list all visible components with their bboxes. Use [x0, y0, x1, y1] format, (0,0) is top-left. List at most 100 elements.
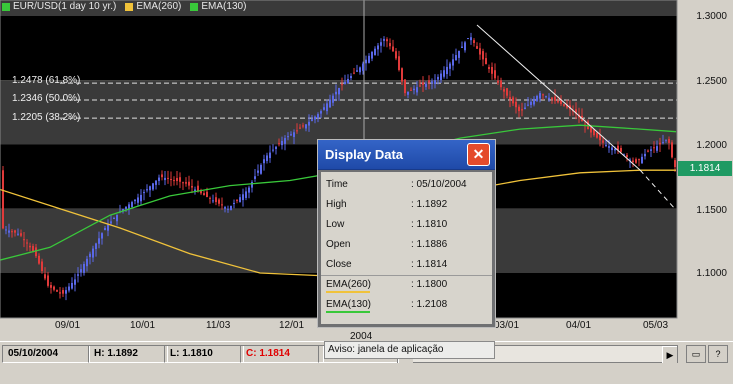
window-toggle-icon[interactable]: ▭	[686, 345, 706, 363]
candle-body	[323, 107, 325, 110]
row-value: : 1.1810	[411, 219, 448, 230]
candle-body	[371, 51, 373, 59]
candle-body	[101, 233, 103, 239]
candle-body	[149, 186, 151, 191]
candle-body	[386, 39, 388, 42]
candle-body	[455, 55, 457, 61]
candle-body	[626, 155, 628, 157]
x-tick: 10/01	[130, 320, 156, 331]
candle-body	[632, 160, 634, 163]
candle-body	[257, 170, 259, 173]
candle-body	[62, 290, 64, 294]
candle-body	[548, 97, 550, 100]
candle-body	[350, 76, 352, 78]
close-icon[interactable]: ✕	[467, 143, 490, 166]
candle-body	[368, 55, 370, 63]
x-tick: 03/01	[494, 320, 520, 331]
candle-body	[302, 125, 304, 127]
candle-body	[245, 191, 247, 198]
candle-body	[452, 59, 454, 66]
candle-body	[674, 160, 676, 167]
x-tick: 12/01	[279, 320, 305, 331]
candle-body	[509, 97, 511, 100]
help-icon[interactable]: ?	[708, 345, 728, 363]
candle-body	[113, 218, 115, 220]
display-data-dialog[interactable]: Display Data ✕ Time: 05/10/2004 High: 1.…	[317, 139, 496, 359]
candle-body	[128, 204, 130, 209]
candle-body	[182, 182, 184, 184]
candle-body	[467, 38, 469, 40]
candle-body	[11, 231, 13, 233]
candle-body	[278, 143, 280, 145]
candle-body	[365, 59, 367, 64]
candle-body	[59, 292, 61, 294]
candle-body	[326, 103, 328, 112]
candle-body	[305, 124, 307, 129]
legend-item-pair: EUR/USD(1 day 10 yr.)	[2, 1, 116, 12]
candle-body	[503, 89, 505, 92]
candle-body	[92, 248, 94, 258]
candle-body	[206, 191, 208, 198]
candle-body	[605, 144, 607, 146]
candle-body	[155, 180, 157, 185]
candle-body	[359, 67, 361, 73]
candle-body	[407, 91, 409, 95]
candle-body	[335, 91, 337, 95]
row-value: : 1.2108	[411, 299, 448, 310]
legend-label: EUR/USD(1 day 10 yr.)	[13, 1, 117, 12]
candle-body	[458, 50, 460, 58]
candle-body	[71, 282, 73, 289]
candle-body	[602, 140, 604, 143]
dialog-titlebar[interactable]: Display Data ✕	[318, 140, 495, 170]
candle-body	[8, 230, 10, 233]
candle-body	[416, 87, 418, 93]
status-high: H: 1.1892	[88, 345, 168, 363]
candle-body	[233, 202, 235, 204]
candle-body	[116, 214, 118, 222]
candle-body	[272, 149, 274, 151]
candle-body	[410, 89, 412, 91]
candle-body	[650, 149, 652, 151]
candle-body	[668, 139, 670, 143]
candle-body	[518, 106, 520, 112]
candle-body	[176, 178, 178, 181]
scroll-right-icon[interactable]: ▶	[662, 346, 677, 363]
data-row-high: High: 1.1892	[326, 197, 486, 213]
candle-body	[134, 199, 136, 202]
legend-swatch	[190, 2, 199, 11]
candle-body	[443, 70, 445, 77]
candle-body	[332, 95, 334, 103]
candle-body	[5, 229, 7, 231]
candle-body	[647, 150, 649, 152]
candle-body	[524, 107, 526, 110]
status-close: C: 1.1814	[240, 345, 324, 363]
candle-body	[539, 93, 541, 99]
candle-body	[422, 82, 424, 85]
dialog-body: Time: 05/10/2004 High: 1.1892 Low: 1.181…	[321, 172, 495, 359]
candle-body	[188, 181, 190, 186]
candle-body	[53, 286, 55, 290]
candle-body	[329, 99, 331, 108]
row-label: Low	[326, 219, 345, 230]
row-value: : 1.1800	[411, 279, 448, 290]
candle-body	[473, 40, 475, 43]
chart-band	[0, 16, 677, 81]
candle-body	[17, 233, 19, 235]
candle-body	[293, 132, 295, 137]
candle-body	[500, 80, 502, 88]
candle-body	[404, 79, 406, 94]
row-label: EMA(130)	[326, 299, 372, 310]
candle-body	[32, 245, 34, 252]
candle-body	[482, 51, 484, 60]
legend-swatch	[2, 2, 10, 11]
candle-body	[395, 51, 397, 59]
candle-body	[275, 146, 277, 149]
candle-body	[479, 48, 481, 55]
chart-legend: EUR/USD(1 day 10 yr.) EMA(260) EMA(130)	[2, 1, 246, 12]
status-date: 05/10/2004	[2, 345, 90, 363]
candle-body	[311, 119, 313, 121]
candle-body	[26, 242, 28, 244]
candle-body	[29, 245, 31, 248]
candle-body	[419, 85, 421, 87]
candle-body	[344, 81, 346, 85]
